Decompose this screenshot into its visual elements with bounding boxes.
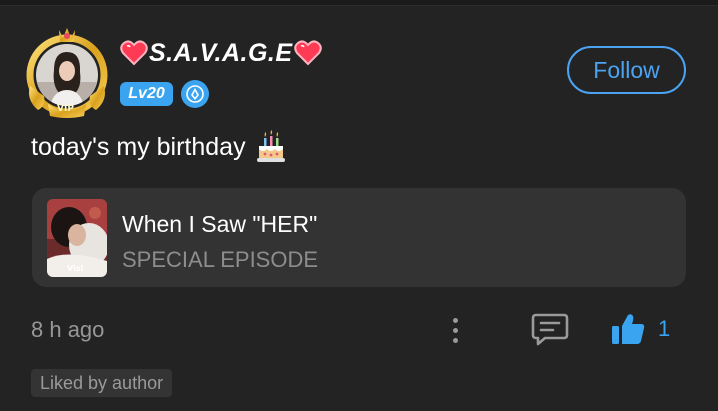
avatar[interactable]: VIP	[22, 26, 112, 118]
episode-subtitle: SPECIAL EPISODE	[122, 247, 319, 272]
more-dot	[452, 337, 458, 343]
post-text: today's my birthday	[31, 130, 287, 164]
more-dot	[452, 317, 458, 323]
shield-icon	[181, 80, 209, 108]
post-text-content: today's my birthday	[31, 132, 246, 161]
follow-button[interactable]: Follow	[567, 46, 686, 94]
more-dot	[452, 327, 458, 333]
like-button[interactable]: 1	[610, 311, 670, 347]
like-count: 1	[658, 316, 671, 341]
avatar-image	[36, 44, 98, 106]
thumbs-up-icon	[612, 314, 645, 344]
liked-by-author-badge: Liked by author	[31, 369, 173, 397]
username: S.A.V.A.G.E	[149, 38, 293, 67]
heart-icon	[293, 40, 322, 66]
top-divider	[0, 0, 718, 6]
comment-icon[interactable]	[531, 312, 569, 346]
heart-icon	[120, 40, 148, 66]
user-badges: Lv20	[120, 80, 209, 108]
more-icon[interactable]	[444, 313, 466, 347]
episode-thumb-text: Visi	[67, 264, 84, 273]
vip-label: VIP	[57, 104, 74, 114]
episode-title: When I Saw "HER"	[122, 211, 318, 237]
username-row[interactable]: S.A.V.A.G.E	[120, 36, 322, 70]
timestamp: 8 h ago	[31, 317, 105, 342]
episode-card[interactable]: Visi When I Saw "HER" SPECIAL EPISODE	[32, 188, 686, 287]
cake-icon	[256, 130, 285, 162]
level-badge: Lv20	[120, 82, 173, 106]
episode-thumbnail: Visi	[47, 199, 107, 277]
